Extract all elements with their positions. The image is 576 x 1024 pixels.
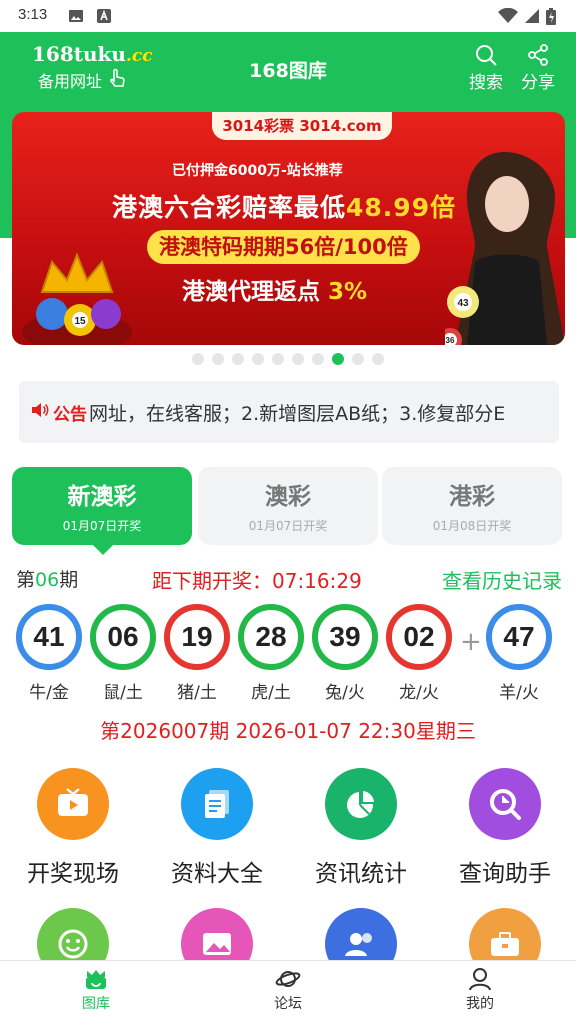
app-notification-icon [96, 8, 112, 28]
ball-zodiac: 兔/火 [325, 683, 365, 703]
share-label: 分享 [521, 73, 555, 93]
announcement-text: 网址，在线客服；2.新增图层AB纸；3.修复部分E [89, 402, 506, 425]
result-ball: 02 [386, 604, 452, 670]
carousel-dot[interactable] [312, 353, 324, 365]
nav-forum[interactable]: 论坛 [228, 967, 348, 1013]
announcement-bar[interactable]: 公告 网址，在线客服；2.新增图层AB纸；3.修复部分E [19, 381, 559, 443]
carousel-dot[interactable] [192, 353, 204, 365]
nav-gallery[interactable]: 图库 [36, 967, 156, 1013]
search-button[interactable]: 搜索 [462, 44, 510, 93]
tab-date: 01月07日开奖 [248, 519, 328, 533]
tab-date: 01月08日开奖 [432, 519, 512, 533]
banner-ball-c: 36 [446, 336, 455, 345]
ball-zodiac: 羊/火 [499, 683, 539, 703]
tab-name: 港彩 [449, 484, 495, 510]
banner-ball-a: 15 [74, 316, 86, 327]
result-ball: 28 [238, 604, 304, 670]
tab-xin-ao[interactable]: 新澳彩 01月07日开奖 [12, 467, 192, 545]
tv-icon [37, 768, 109, 840]
status-bar: 3:13 [0, 0, 576, 32]
banner-line1-text: 港澳六合彩赔率最低 [112, 193, 347, 222]
document-icon [181, 768, 253, 840]
promo-banner[interactable]: 3014彩票 3014.com 已付押金6000万-站长推荐 港澳六合彩赔率最低… [12, 112, 565, 345]
image-notification-icon [68, 8, 84, 28]
crown-lottery-balls-image: 15 [22, 252, 132, 345]
planet-icon [228, 967, 348, 991]
ball-zodiac: 鼠/土 [103, 683, 143, 703]
carousel-dot[interactable] [232, 353, 244, 365]
signal-icon [524, 8, 540, 28]
banner-line1: 港澳六合彩赔率最低48.99倍 [112, 188, 456, 224]
banner-line3-text: 港澳代理返点 [182, 279, 320, 305]
battery-icon [546, 8, 556, 29]
carousel-dot[interactable] [212, 353, 224, 365]
share-icon [514, 44, 562, 66]
menu-resources[interactable]: 资料大全 [147, 768, 287, 888]
menu-label: 开奖现场 [27, 861, 119, 887]
ball-zodiac: 牛/金 [29, 683, 69, 703]
status-time: 3:13 [18, 6, 48, 23]
next-draw-info: 第2026007期 2026-01-07 22:30星期三 [100, 719, 476, 743]
nav-label: 论坛 [274, 996, 302, 1012]
ball-zodiac: 龙/火 [399, 683, 439, 703]
nav-label: 我的 [466, 996, 494, 1012]
ball-zodiac: 猪/土 [177, 683, 217, 703]
banner-line1-highlight: 48.99倍 [346, 193, 457, 222]
search-label: 搜索 [469, 73, 503, 93]
app-screen: 3:13 168tuku.cc 备用网址 168图库 搜索 分享 3014彩票 … [0, 0, 576, 1024]
carousel-dot[interactable] [272, 353, 284, 365]
period-number: 第06期 [16, 565, 78, 592]
user-icon [420, 967, 540, 991]
tab-name: 新澳彩 [67, 484, 137, 510]
banner-line3-highlight: 3% [328, 279, 368, 305]
carousel-dot[interactable] [372, 353, 384, 365]
spokesperson-image: 43 36 [445, 152, 565, 345]
result-ball: 19 [164, 604, 230, 670]
tab-date: 01月07日开奖 [62, 519, 142, 533]
active-tab-pointer [91, 543, 115, 555]
period-value: 06 [35, 569, 60, 591]
menu-draw-live[interactable]: 开奖现场 [3, 768, 143, 888]
banner-brand: 3014彩票 3014.com [212, 112, 392, 140]
nav-label: 图库 [82, 996, 110, 1012]
carousel-dot[interactable] [252, 353, 264, 365]
carousel-dot[interactable] [292, 353, 304, 365]
menu-statistics[interactable]: 资讯统计 [291, 768, 431, 888]
announcement-label: 公告 [53, 404, 87, 425]
pie-chart-icon [325, 768, 397, 840]
search-chart-icon [469, 768, 541, 840]
banner-subline: 已付押金6000万-站长推荐 [172, 163, 343, 179]
tab-ao[interactable]: 澳彩 01月07日开奖 [198, 467, 378, 545]
result-ball: 41 [16, 604, 82, 670]
search-icon [462, 44, 510, 66]
banner-line3: 港澳代理返点 3% [182, 272, 367, 306]
share-button[interactable]: 分享 [514, 44, 562, 93]
carousel-dot[interactable] [332, 353, 344, 365]
special-result-ball: 47 [486, 604, 552, 670]
wifi-icon [498, 7, 518, 28]
menu-label: 资讯统计 [315, 861, 407, 887]
menu-query-assistant[interactable]: 查询助手 [435, 768, 575, 888]
tab-gang[interactable]: 港彩 01月08日开奖 [382, 467, 562, 545]
nav-mine[interactable]: 我的 [420, 967, 540, 1013]
view-history-link[interactable]: 查看历史记录 [442, 565, 562, 594]
carousel-dot[interactable] [352, 353, 364, 365]
menu-label: 查询助手 [459, 861, 551, 887]
period-suffix: 期 [59, 569, 79, 591]
result-ball: 39 [312, 604, 378, 670]
period-prefix: 第 [16, 569, 36, 591]
banner-ball-b: 43 [457, 298, 469, 309]
result-ball: 06 [90, 604, 156, 670]
bottom-navigation: 图库 论坛 我的 [0, 960, 576, 1024]
draw-countdown: 距下期开奖：07:16:29 [152, 569, 362, 593]
gallery-home-icon [36, 967, 156, 991]
ball-zodiac: 虎/土 [251, 683, 291, 703]
special-ball-plus: + [460, 627, 482, 657]
tab-name: 澳彩 [265, 484, 311, 510]
speaker-icon [31, 401, 49, 423]
banner-line2: 港澳特码期期56倍/100倍 [147, 230, 420, 264]
menu-label: 资料大全 [171, 861, 263, 887]
carousel-indicator [0, 353, 576, 367]
